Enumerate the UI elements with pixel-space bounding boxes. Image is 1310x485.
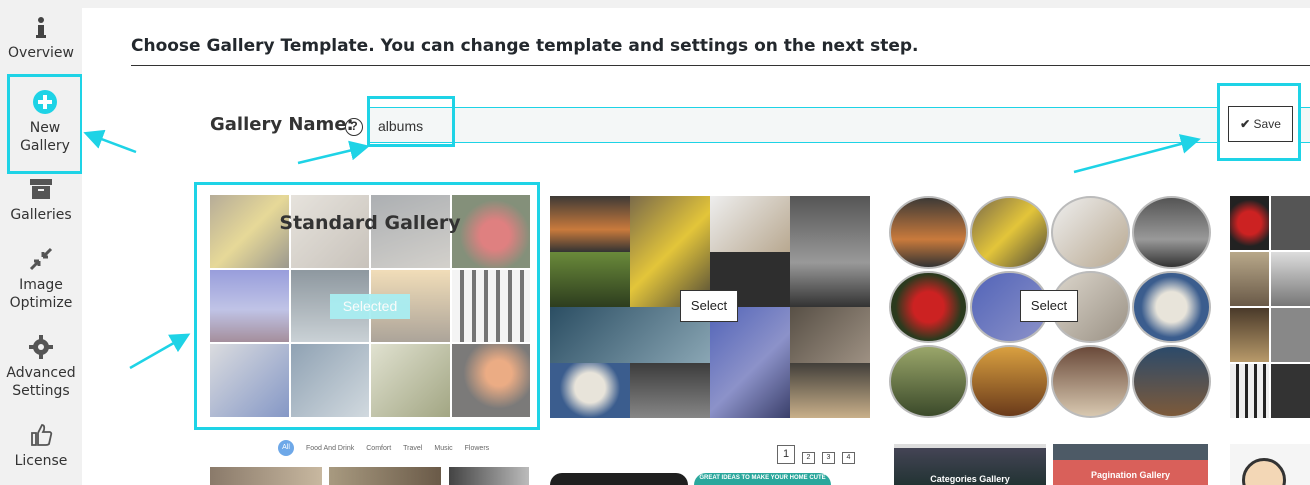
thumbnail — [1230, 196, 1269, 250]
sidebar-item-image-optimize[interactable]: Image Optimize — [0, 246, 82, 312]
thumbnail — [889, 196, 968, 269]
sidebar-item-label: Galleries — [10, 207, 72, 223]
thumbnail — [970, 196, 1049, 269]
thumbnail — [550, 362, 630, 418]
thumbnail — [1132, 196, 1211, 269]
sidebar-item-label: New — [29, 120, 61, 136]
highlight-box-template — [194, 182, 540, 430]
sidebar-item-label: Image — [19, 277, 63, 293]
template-categories-gallery[interactable]: Categories Gallery — [894, 444, 1046, 485]
filter-travel[interactable]: Travel — [403, 445, 422, 452]
thumbnail — [710, 196, 790, 252]
filter-flowers[interactable]: Flowers — [465, 445, 490, 452]
check-icon: ✔ — [1240, 117, 1251, 131]
template-partial-right[interactable] — [1230, 196, 1310, 418]
main-panel: Choose Gallery Template. You can change … — [82, 8, 1310, 485]
help-icon[interactable]: ? — [345, 118, 363, 136]
compress-icon — [29, 247, 53, 271]
gallery-name-label: Gallery Name: — [210, 114, 354, 135]
sidebar-item-label: Advanced — [6, 365, 76, 381]
thumbnail — [1230, 364, 1269, 418]
sidebar-item-new-gallery[interactable]: New Gallery — [7, 74, 83, 174]
filter-comfort[interactable]: Comfort — [366, 445, 391, 452]
thumbnail — [790, 307, 870, 363]
thumbnail — [550, 251, 630, 307]
thumbnail — [1271, 364, 1310, 418]
thumbnail — [1271, 252, 1310, 306]
save-button[interactable]: ✔ Save — [1228, 106, 1293, 142]
sidebar-item-overview[interactable]: Overview — [0, 14, 82, 62]
thumbnail — [1230, 308, 1269, 362]
template-pagination-gallery[interactable]: Pagination Gallery — [1053, 444, 1208, 485]
thumbnail — [790, 362, 870, 418]
sidebar-item-license[interactable]: License — [0, 422, 82, 470]
thumbnail — [790, 196, 870, 307]
thumbnail — [1132, 345, 1211, 418]
thumbnail — [1132, 270, 1211, 344]
save-label: Save — [1253, 117, 1281, 131]
heading-divider — [131, 65, 1310, 66]
thumbnail — [1051, 345, 1130, 418]
thumbnail — [1271, 308, 1310, 362]
categories-gallery-label: Categories Gallery — [930, 474, 1010, 484]
template-thumbnail-bottom[interactable] — [329, 467, 441, 485]
pagination-gallery-label: Pagination Gallery — [1090, 470, 1171, 480]
sidebar-item-advanced-settings[interactable]: Advanced Settings — [0, 334, 82, 400]
sidebar-item-label: Overview — [8, 45, 74, 61]
sidebar-item-label: License — [14, 453, 68, 469]
filter-music[interactable]: Music — [434, 445, 452, 452]
archive-icon — [30, 179, 52, 199]
page-link[interactable]: 2 — [802, 452, 815, 464]
banner-text: GREAT IDEAS TO MAKE YOUR HOME CUTE — [699, 475, 826, 481]
select-circle-button[interactable]: Select — [1020, 290, 1078, 322]
thumbnail — [1230, 252, 1269, 306]
template-thumbnail-bottom[interactable]: GREAT IDEAS TO MAKE YOUR HOME CUTE — [694, 473, 831, 485]
template-thumbnail-bottom[interactable] — [550, 473, 688, 485]
thumbnail — [630, 362, 710, 418]
gallery-name-field-wrapper — [369, 107, 1310, 143]
thumbnail — [970, 345, 1049, 418]
sidebar: Overview New Gallery Galleries Image Opt… — [0, 0, 83, 485]
page-link[interactable]: 1 — [777, 445, 795, 464]
thumbnail — [1271, 196, 1310, 250]
template-thumbnail-bottom[interactable] — [449, 467, 529, 485]
category-filters: All Food And Drink Comfort Travel Music … — [278, 439, 489, 457]
page-title: Choose Gallery Template. You can change … — [131, 36, 919, 56]
filter-food-and-drink[interactable]: Food And Drink — [306, 445, 354, 452]
sidebar-item-label: Gallery — [20, 138, 70, 154]
template-thumbnail-bottom[interactable] — [210, 467, 322, 485]
sidebar-item-galleries[interactable]: Galleries — [0, 176, 82, 224]
thumbnail — [1051, 196, 1130, 269]
info-icon — [36, 17, 46, 38]
thumbnail — [550, 196, 630, 252]
filter-all[interactable]: All — [278, 440, 294, 456]
pagination: 1 2 3 4 — [777, 445, 855, 464]
plus-circle-icon — [33, 90, 57, 114]
select-mosaic-button[interactable]: Select — [680, 290, 738, 322]
highlight-box-input — [367, 96, 455, 147]
thumbnail — [889, 270, 968, 344]
avatar — [1242, 458, 1286, 485]
gear-icon — [29, 335, 53, 359]
thumbs-up-icon — [31, 424, 53, 446]
template-thumbnail-bottom[interactable] — [1230, 444, 1310, 485]
thumbnail — [710, 307, 790, 418]
page-link[interactable]: 3 — [822, 452, 835, 464]
sidebar-item-label: Settings — [12, 383, 70, 399]
thumbnail — [889, 345, 968, 418]
page-link[interactable]: 4 — [842, 452, 855, 464]
sidebar-item-label: Optimize — [9, 295, 73, 311]
